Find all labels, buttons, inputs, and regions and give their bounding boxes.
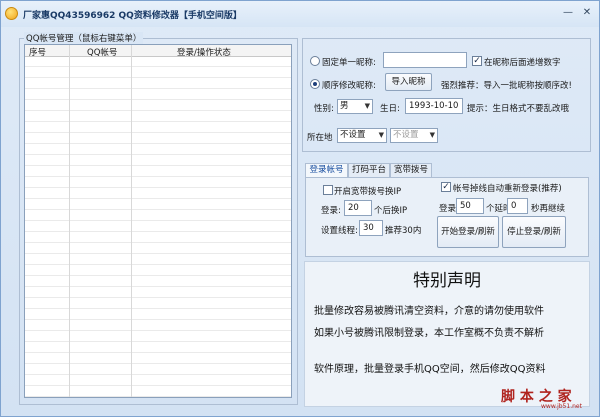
minimize-button[interactable]: — [560, 6, 576, 20]
login-batch-input[interactable]: 50 [456, 198, 484, 214]
location-city-select[interactable]: 不设置 ▼ [390, 128, 438, 143]
birthday-input[interactable]: 1993-10-10 [405, 98, 463, 114]
relogin-checkbox[interactable]: ✓ [441, 182, 451, 192]
dialup-checkbox[interactable] [323, 185, 333, 195]
birthday-label: 生日: [380, 104, 400, 114]
tab-login-account[interactable]: 登录帐号 [305, 163, 348, 178]
chevron-down-icon: ▼ [364, 102, 370, 110]
column-header-status[interactable]: 登录/操作状态 [177, 46, 231, 58]
close-button[interactable]: ✕ [579, 6, 595, 20]
delay-suffix-label: 秒再继续 [531, 204, 566, 214]
thread-label: 设置线程: [321, 226, 358, 236]
relogin-label: 帐号掉线自动重新登录(推荐) [453, 184, 562, 194]
dialup-label: 开启宽带拨号换IP [334, 187, 402, 197]
import-nickname-button[interactable]: 导入昵称 [385, 73, 432, 91]
chevron-down-icon: ▼ [378, 131, 384, 139]
app-window: 厂家惠QQ43596962 QQ资料修改器【手机空间版】 — ✕ QQ帐号管理（… [0, 0, 600, 417]
column-divider [131, 45, 132, 397]
location-city-value: 不设置 [393, 130, 419, 140]
app-logo-icon [5, 7, 18, 20]
account-group-legend: QQ帐号管理（鼠标右键菜单） [24, 32, 144, 44]
thread-count-input[interactable]: 30 [359, 220, 383, 236]
notice-title: 特别声明 [413, 271, 481, 291]
notice-line: 如果小号被腾讯限制登录，本工作室概不负责不解析 [314, 328, 544, 339]
fixed-nickname-radio[interactable] [310, 56, 320, 66]
start-login-button[interactable]: 开始登录/刷新 [437, 216, 499, 248]
title-bar: 厂家惠QQ43596962 QQ资料修改器【手机空间版】 — ✕ [1, 1, 599, 27]
fixed-nickname-input[interactable] [383, 52, 467, 68]
login-batch-label: 登录 [439, 204, 457, 214]
thread-hint: 推荐30内 [385, 226, 422, 236]
window-title: 厂家惠QQ43596962 QQ资料修改器【手机空间版】 [23, 11, 242, 21]
column-header-index[interactable]: 序号 [29, 46, 46, 58]
login-count-label: 登录: [321, 206, 341, 216]
stop-login-button[interactable]: 停止登录/刷新 [502, 216, 566, 248]
location-province-select[interactable]: 不设置 ▼ [337, 128, 387, 143]
location-label: 所在地 [307, 133, 333, 143]
tab-broadband-dial[interactable]: 宽带拨号 [390, 163, 432, 177]
account-table-header: 序号 QQ帐号 登录/操作状态 [25, 45, 291, 58]
switch-ip-label: 个后换IP [374, 206, 408, 216]
login-count-input[interactable]: 20 [344, 200, 372, 216]
fixed-nickname-label: 固定单一昵称: [322, 58, 376, 68]
tab-captcha-platform[interactable]: 打码平台 [348, 163, 390, 177]
delay-input[interactable]: 0 [507, 198, 528, 214]
birthday-hint: 提示：生日格式不要乱改哦 [467, 104, 570, 114]
sequential-nickname-radio[interactable] [310, 79, 320, 89]
notice-line: 批量修改容易被腾讯清空资料，介意的请勿使用软件 [314, 306, 544, 317]
gender-select[interactable]: 男 ▼ [337, 99, 373, 114]
location-province-value: 不设置 [340, 130, 366, 140]
gender-label: 性别: [314, 104, 334, 114]
account-table[interactable]: 序号 QQ帐号 登录/操作状态 [24, 44, 292, 398]
notice-line: 软件原理，批量登录手机QQ空间，然后修改QQ资料 [314, 364, 546, 375]
append-digits-label: 在昵称后面递增数字 [484, 58, 561, 68]
column-divider [69, 45, 70, 397]
site-watermark-url: www.jb51.net [541, 403, 582, 410]
recommend-text: 强烈推荐：导入一批昵称按顺序改! [441, 81, 572, 91]
sequential-nickname-label: 顺序修改昵称: [322, 81, 376, 91]
gender-value: 男 [340, 101, 349, 111]
append-digits-checkbox[interactable]: ✓ [472, 56, 482, 66]
column-header-qq[interactable]: QQ帐号 [87, 46, 117, 58]
chevron-down-icon: ▼ [429, 131, 435, 139]
